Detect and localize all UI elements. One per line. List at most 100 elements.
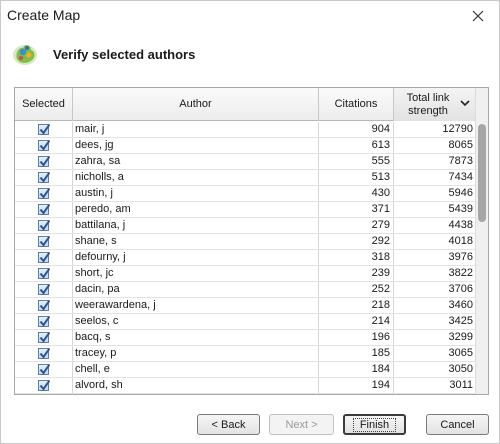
author-checkbox[interactable] [38,348,50,359]
checkmark-icon [39,252,50,263]
table-row[interactable]: seelos, c 214 3425 [15,314,476,330]
checkmark-icon [39,124,50,135]
table-row[interactable]: mair, j 904 12790 [15,122,476,138]
table-row[interactable]: shane, s 292 4018 [15,234,476,250]
author-checkbox[interactable] [38,204,50,215]
citations-cell: 194 [319,378,394,393]
total-link-strength-cell: 4018 [448,235,473,247]
table-row[interactable]: austin, j 430 5946 [15,186,476,202]
checkmark-icon [39,300,50,311]
citations-cell: 613 [319,138,394,153]
finish-button[interactable]: Finish [343,414,406,435]
table-row[interactable]: defourny, j 318 3976 [15,250,476,266]
table-row[interactable]: short, jc 239 3822 [15,266,476,282]
scrollbar-thumb[interactable] [478,124,486,222]
author-checkbox[interactable] [38,300,50,311]
author-checkbox[interactable] [38,172,50,183]
author-cell: shane, s [73,234,319,249]
table-row[interactable]: dacin, pa 252 3706 [15,282,476,298]
vertical-scrollbar[interactable] [475,88,488,394]
sort-descending-icon [460,100,470,107]
total-link-strength-cell: 3425 [448,315,473,327]
column-header-author[interactable]: Author [73,88,319,121]
column-header-tls-line2: strength [408,104,448,117]
citations-cell: 292 [319,234,394,249]
selected-cell [15,266,73,281]
total-link-strength-cell: 7434 [448,171,473,183]
selected-cell [15,170,73,185]
cancel-button[interactable]: Cancel [426,414,489,435]
column-header-selected[interactable]: Selected [15,88,73,121]
checkmark-icon [39,156,50,167]
total-link-strength-cell: 3822 [448,267,473,279]
table-row[interactable]: alvord, sh 194 3011 [15,378,476,394]
author-checkbox[interactable] [38,140,50,151]
selected-cell [15,218,73,233]
author-checkbox[interactable] [38,252,50,263]
author-cell: nicholls, a [73,170,319,185]
author-cell: battilana, j [73,218,319,233]
author-checkbox[interactable] [38,380,50,391]
map-logo-icon [13,45,37,65]
citations-cell: 513 [319,170,394,185]
total-link-strength-cell: 3011 [449,379,473,391]
checkmark-icon [39,188,50,199]
table-row[interactable]: peredo, am 371 5439 [15,202,476,218]
table-row[interactable]: weerawardena, j 218 3460 [15,298,476,314]
table-body: mair, j 904 12790 dees, jg 613 8065 zahra, sa 5… [15,122,476,394]
author-checkbox[interactable] [38,364,50,375]
author-cell: mair, j [73,122,319,137]
total-link-strength-cell: 3299 [448,331,473,343]
selected-cell [15,186,73,201]
table-row[interactable]: bacq, s 196 3299 [15,330,476,346]
author-cell: short, jc [73,266,319,281]
table-row[interactable]: battilana, j 279 4438 [15,218,476,234]
author-checkbox[interactable] [38,236,50,247]
citations-cell: 555 [319,154,394,169]
author-checkbox[interactable] [38,188,50,199]
selected-cell [15,122,73,137]
selected-cell [15,330,73,345]
total-link-strength-cell: 3065 [448,347,473,359]
selected-cell [15,250,73,265]
close-button[interactable] [463,3,493,29]
window-title: Create Map [7,7,81,23]
back-button[interactable]: < Back [197,414,260,435]
citations-cell: 184 [319,362,394,377]
create-map-dialog: Create Map Verify selected authors Selec… [0,0,500,444]
selected-cell [15,202,73,217]
column-header-citations[interactable]: Citations [319,88,394,121]
author-cell: weerawardena, j [73,298,319,313]
total-link-strength-cell: 12790 [442,123,473,135]
column-header-total-link-strength[interactable]: Total link strength [394,88,476,121]
author-checkbox[interactable] [38,332,50,343]
author-cell: dees, jg [73,138,319,153]
checkmark-icon [39,220,50,231]
checkmark-icon [39,364,50,375]
table-row[interactable]: tracey, p 185 3065 [15,346,476,362]
author-cell: alvord, sh [73,378,319,393]
next-button[interactable]: Next > [269,414,334,435]
author-checkbox[interactable] [38,284,50,295]
total-link-strength-cell: 7873 [448,155,473,167]
table-header-row: Selected Author Citations Total link str… [15,88,476,121]
author-checkbox[interactable] [38,124,50,135]
checkmark-icon [39,380,50,391]
table-row[interactable]: nicholls, a 513 7434 [15,170,476,186]
author-checkbox[interactable] [38,268,50,279]
checkmark-icon [39,204,50,215]
table-row[interactable]: zahra, sa 555 7873 [15,154,476,170]
checkmark-icon [39,284,50,295]
column-header-tls-line1: Total link [406,91,450,104]
author-checkbox[interactable] [38,220,50,231]
finish-button-label: Finish [352,417,397,432]
author-checkbox[interactable] [38,156,50,167]
total-link-strength-cell: 3976 [448,251,473,263]
table-row[interactable]: dees, jg 613 8065 [15,138,476,154]
author-checkbox[interactable] [38,316,50,327]
total-link-strength-cell: 3706 [448,283,473,295]
selected-cell [15,314,73,329]
selected-cell [15,346,73,361]
total-link-strength-cell: 3460 [448,299,473,311]
table-row[interactable]: chell, e 184 3050 [15,362,476,378]
